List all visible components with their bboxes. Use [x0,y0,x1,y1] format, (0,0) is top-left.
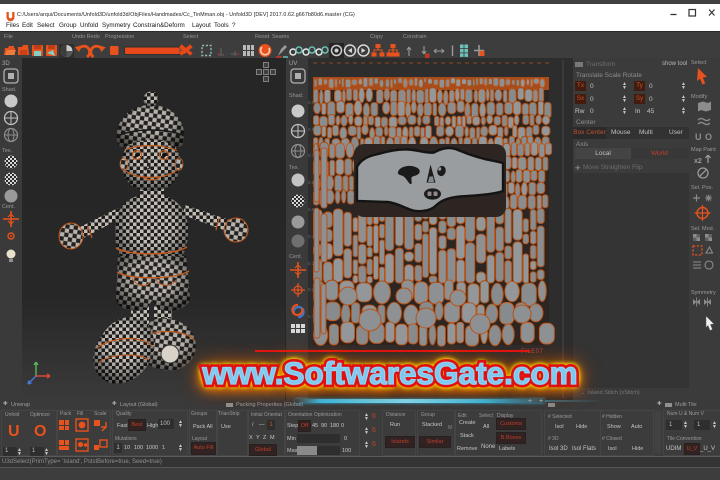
svg-text:Map Paint: Map Paint [691,147,716,153]
svg-text:UV: UV [289,61,297,67]
svg-text:Symmetry: Symmetry [691,290,716,296]
svg-text:0.7: 0.7 [308,153,315,158]
svg-text:U: U [695,132,702,142]
svg-text:0.8: 0.8 [308,127,315,132]
svg-text:Shad.: Shad. [289,93,304,99]
svg-text:0.4: 0.4 [308,234,315,239]
svg-text:0.6: 0.6 [308,180,315,185]
svg-text:Shad.: Shad. [2,87,17,93]
svg-text:Cent.: Cent. [289,254,303,260]
svg-text:Modify: Modify [691,94,707,100]
svg-text:Sel. Mod.: Sel. Mod. [691,226,715,232]
svg-text:3D: 3D [2,61,10,67]
svg-text:Select: Select [691,60,707,66]
svg-text:Tex.: Tex. [2,148,13,154]
svg-text:0.3: 0.3 [308,261,315,266]
svg-text:x2: x2 [694,158,702,165]
svg-text:Cent.: Cent. [2,204,16,210]
svg-text:Sel. Pos.: Sel. Pos. [691,185,713,191]
svg-text:O: O [705,132,712,142]
svg-text:0.2: 0.2 [308,287,315,292]
svg-text:0.5: 0.5 [308,207,315,212]
svg-text:0.9: 0.9 [308,100,315,105]
svg-text:0.1: 0.1 [308,314,315,319]
svg-text:Tex.: Tex. [289,165,300,171]
